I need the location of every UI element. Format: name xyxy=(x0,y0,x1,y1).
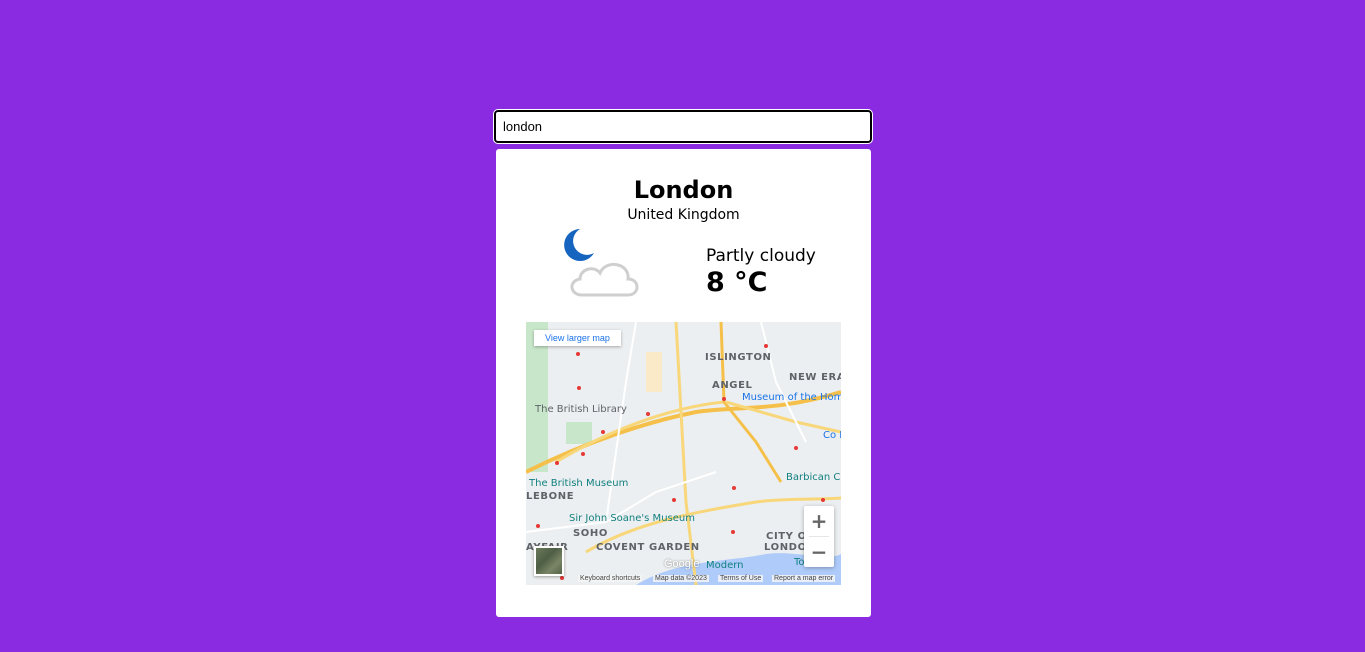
map-label-museum-home: Museum of the Home xyxy=(742,392,841,403)
keyboard-shortcuts-link[interactable]: Keyboard shortcuts xyxy=(578,575,643,582)
embedded-map[interactable]: ISLINGTON ANGEL NEW ERA E Museum of the … xyxy=(526,322,841,585)
map-data-text: Map data ©2023 xyxy=(653,575,709,582)
zoom-controls: + − xyxy=(804,506,834,567)
satellite-toggle-button[interactable] xyxy=(534,546,564,576)
view-larger-map-link[interactable]: View larger map xyxy=(534,330,621,346)
map-label-barbican: Barbican Ce xyxy=(786,472,841,483)
terms-of-use-link[interactable]: Terms of Use xyxy=(718,575,764,582)
map-label-modern: Modern xyxy=(706,560,744,571)
weather-card: London United Kingdom Partly cloudy 8 °C xyxy=(496,149,871,617)
map-footer: Keyboard shortcuts Map data ©2023 Terms … xyxy=(578,573,841,585)
country-name: United Kingdom xyxy=(627,207,740,223)
map-label-london: LONDO xyxy=(764,542,807,553)
report-map-error-link[interactable]: Report a map error xyxy=(772,575,836,582)
search-input[interactable] xyxy=(496,112,870,141)
map-label-new-era: NEW ERA E xyxy=(789,372,841,383)
map-label-british-library: The British Library xyxy=(535,404,627,415)
map-label-soane: Sir John Soane's Museum xyxy=(569,513,695,524)
zoom-out-button[interactable]: − xyxy=(804,537,834,567)
search-box[interactable] xyxy=(493,109,873,144)
map-label-angel: ANGEL xyxy=(712,380,753,391)
map-label-islington: ISLINGTON xyxy=(705,352,772,363)
google-logo: Google xyxy=(664,558,700,570)
partly-cloudy-night-icon xyxy=(560,225,644,301)
map-label-covent-garden: COVENT GARDEN xyxy=(596,542,700,553)
map-label-co-fl: Co Fl xyxy=(823,430,841,441)
city-name: London xyxy=(633,176,734,204)
map-label-lebone: LEBONE xyxy=(526,491,575,502)
weather-condition: Partly cloudy xyxy=(706,246,816,266)
map-label-british-museum: The British Museum xyxy=(529,478,629,489)
zoom-in-button[interactable]: + xyxy=(804,506,834,536)
temperature: 8 °C xyxy=(706,267,768,298)
map-label-soho: SOHO xyxy=(573,528,608,539)
